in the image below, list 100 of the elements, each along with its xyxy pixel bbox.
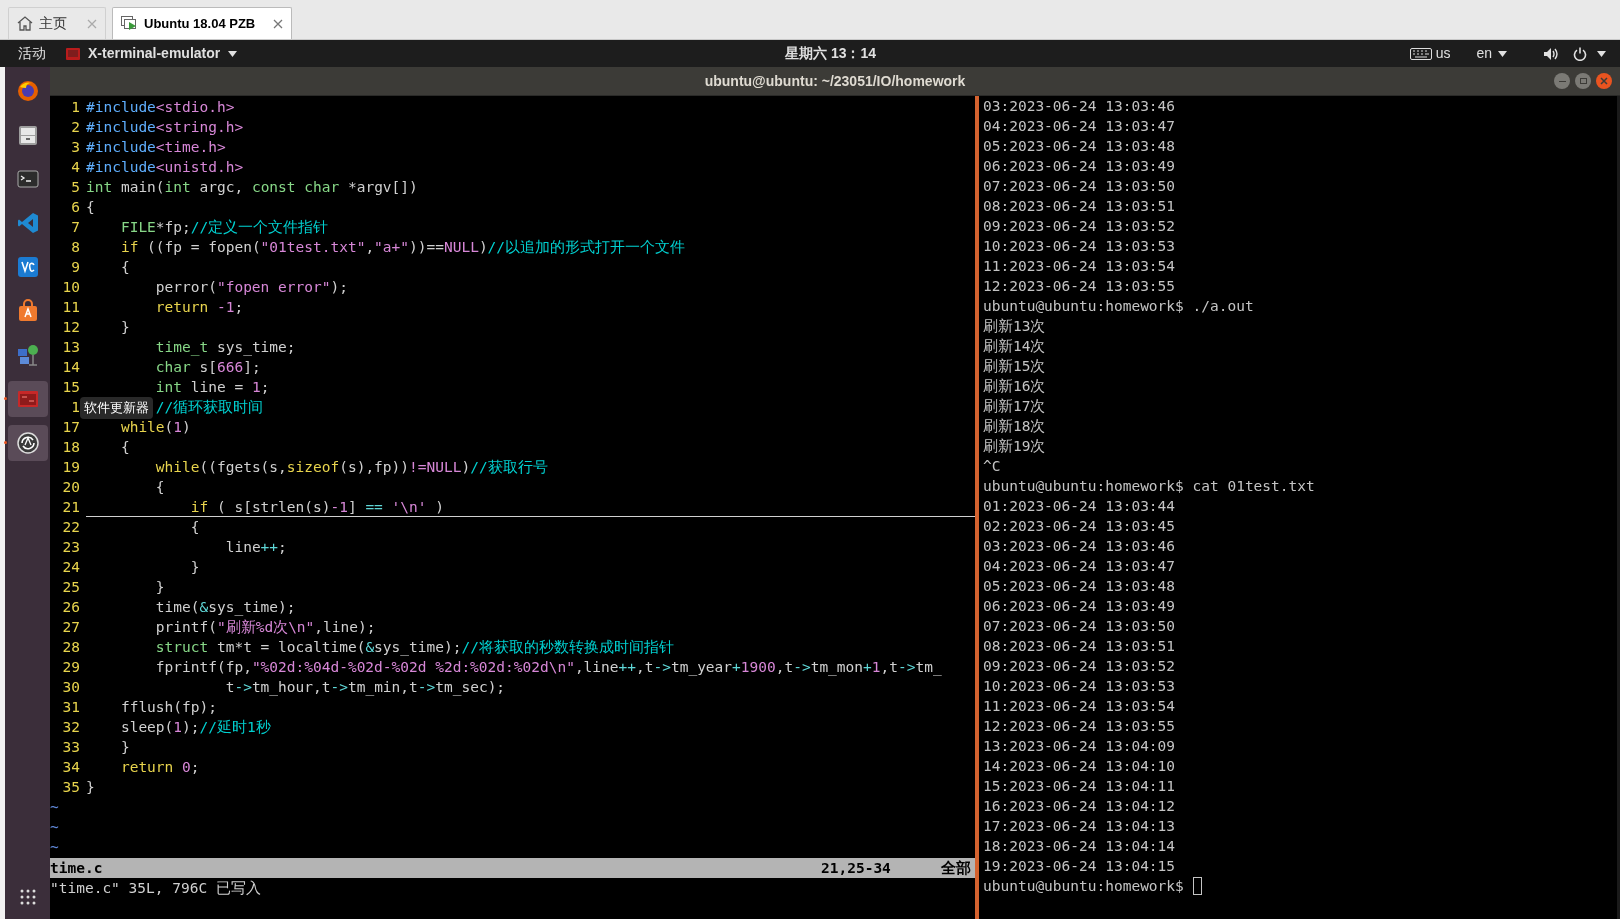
app-icon [66, 47, 80, 60]
terminal-line: 05:2023-06-24 13:03:48 [983, 137, 1176, 156]
close-button[interactable] [1596, 73, 1612, 89]
activities-button[interactable]: 活动 [18, 43, 46, 64]
line-number: 7 [70, 218, 80, 237]
line-number: 4 [70, 158, 80, 177]
line-number: 8 [70, 238, 80, 257]
caret-icon [1498, 50, 1507, 57]
terminal-line: 05:2023-06-24 13:03:48 [983, 577, 1176, 596]
browser-tab[interactable]: Ubuntu 18.04 PZB [112, 7, 293, 39]
terminal-line: 02:2023-06-24 13:03:45 [983, 517, 1176, 536]
line-number: 23 [61, 538, 80, 557]
terminal-line: 10:2023-06-24 13:03:53 [983, 677, 1176, 696]
line-number: 15 [61, 378, 80, 397]
code-line: return 0; [120, 758, 200, 777]
maximize-button[interactable] [1575, 73, 1591, 89]
line-number: 3 [70, 138, 80, 157]
line-number: 30 [61, 678, 80, 697]
code-line: time_t sys_time; [155, 338, 296, 357]
line-number: 12 [61, 318, 80, 337]
terminal-line: 08:2023-06-24 13:03:51 [983, 637, 1176, 656]
update-icon [15, 431, 40, 455]
terminal-line: 刷新16次 [983, 377, 1046, 396]
terminal-line: 刷新18次 [983, 417, 1046, 436]
power-icon[interactable] [1573, 46, 1587, 61]
terminal-line: ubuntu@ubuntu:homework$ ./a.out [983, 297, 1254, 316]
app-grid-icon[interactable] [19, 889, 36, 905]
line-number: 25 [61, 578, 80, 597]
app-menu[interactable]: X-terminal-emulator [66, 43, 238, 64]
code-line: } [86, 778, 95, 797]
code-line: FILE*fp;//定义一个文件指针 [120, 218, 329, 237]
terminal-line: 01:2023-06-24 13:03:44 [983, 497, 1176, 516]
line-number: 20 [61, 478, 80, 497]
line-number: 5 [70, 178, 80, 197]
line-number: 14 [61, 358, 80, 377]
vm-icon [121, 16, 138, 31]
code-line: t->tm_hour,t->tm_min,t->tm_sec); [225, 678, 506, 697]
line-number: 33 [61, 738, 80, 757]
close-icon [1600, 77, 1608, 85]
code-line: return -1; [155, 298, 244, 317]
line-number: 17 [61, 418, 80, 437]
code-line: if ((fp = fopen("01test.txt","a+"))==NULL)//以追加的形式打开一个文件 [120, 238, 686, 257]
terminal-prompt: ubuntu@ubuntu:homework$ [983, 877, 1184, 896]
browser-tab[interactable]: 主页 [8, 7, 106, 39]
tooltip: 软件更新器 [80, 397, 153, 419]
close-icon[interactable] [273, 18, 284, 29]
terminal-line: 11:2023-06-24 13:03:54 [983, 697, 1176, 716]
vc-icon [15, 255, 40, 279]
line-number: 6 [70, 198, 80, 217]
terminal-line: 07:2023-06-24 13:03:50 [983, 617, 1176, 636]
terminal-line: 刷新17次 [983, 397, 1046, 416]
terminal-line: 04:2023-06-24 13:03:47 [983, 557, 1176, 576]
code-line: } [155, 578, 165, 597]
code-line: } [120, 318, 130, 337]
terminal-line: ^C [983, 457, 1001, 476]
line-number: 24 [61, 558, 80, 577]
code-line: { [120, 438, 130, 457]
code-line: } [190, 558, 200, 577]
terminal-line: 12:2023-06-24 13:03:55 [983, 717, 1176, 736]
input-method-menu[interactable]: en [1476, 43, 1507, 64]
terminal-line: 17:2023-06-24 13:04:13 [983, 817, 1176, 836]
cursor-position: 21,25-34 [821, 859, 892, 878]
line-number: 27 [61, 618, 80, 637]
terminal-line: 13:2023-06-24 13:04:09 [983, 737, 1176, 756]
window-title: ubuntu@ubuntu: ~/23051/IO/homework [704, 71, 966, 91]
terminal-line: 刷新19次 [983, 437, 1046, 456]
code-line: { [190, 518, 200, 537]
keyboard-icon [1409, 47, 1432, 60]
line-number: 11 [61, 298, 80, 317]
line-number: 13 [61, 338, 80, 357]
code-line: //循环获取时间 [155, 398, 264, 417]
speaker-icon[interactable] [1543, 46, 1559, 61]
line-number: 32 [61, 718, 80, 737]
code-line: line++; [225, 538, 287, 557]
terminal-line: 19:2023-06-24 13:04:15 [983, 857, 1176, 876]
terminal-line: 刷新13次 [983, 317, 1046, 336]
code-line: int line = 1; [155, 378, 270, 397]
terminal-line: 16:2023-06-24 13:04:12 [983, 797, 1176, 816]
minimize-button[interactable] [1554, 73, 1570, 89]
code-line: fprintf(fp,"%02d:%04d-%02d-%02d %2d:%02d:%02d\n",line++,t->tm_year+1900,t->tm_mon+1,t->tm_ [155, 658, 942, 677]
dock-item[interactable] [7, 425, 48, 461]
network-icon [15, 343, 40, 367]
terminal-line: 11:2023-06-24 13:03:54 [983, 257, 1176, 276]
code-line: #include<string.h> [86, 118, 244, 137]
line-number: 35 [61, 778, 80, 797]
caret-icon[interactable] [1597, 50, 1606, 57]
file-name: time.c [50, 859, 103, 878]
code-line: if ( s[strlen(s)-1] == '\n' ) [190, 498, 444, 516]
code-line: int main(int argc, const char *argv[]) [86, 178, 418, 197]
keyboard-layout[interactable]: us [1435, 43, 1451, 64]
terminal-icon [15, 167, 40, 191]
terminal-line: 刷新14次 [983, 337, 1046, 356]
clock[interactable]: 星期六 13：14 [785, 43, 877, 64]
line-number: 19 [61, 458, 80, 477]
text-cursor [1192, 877, 1202, 895]
terminal-line: 04:2023-06-24 13:03:47 [983, 117, 1176, 136]
terminal-line: 15:2023-06-24 13:04:11 [983, 777, 1176, 796]
code-line: perror("fopen error"); [155, 278, 348, 297]
line-number: 29 [61, 658, 80, 677]
code-line: { [120, 258, 130, 277]
